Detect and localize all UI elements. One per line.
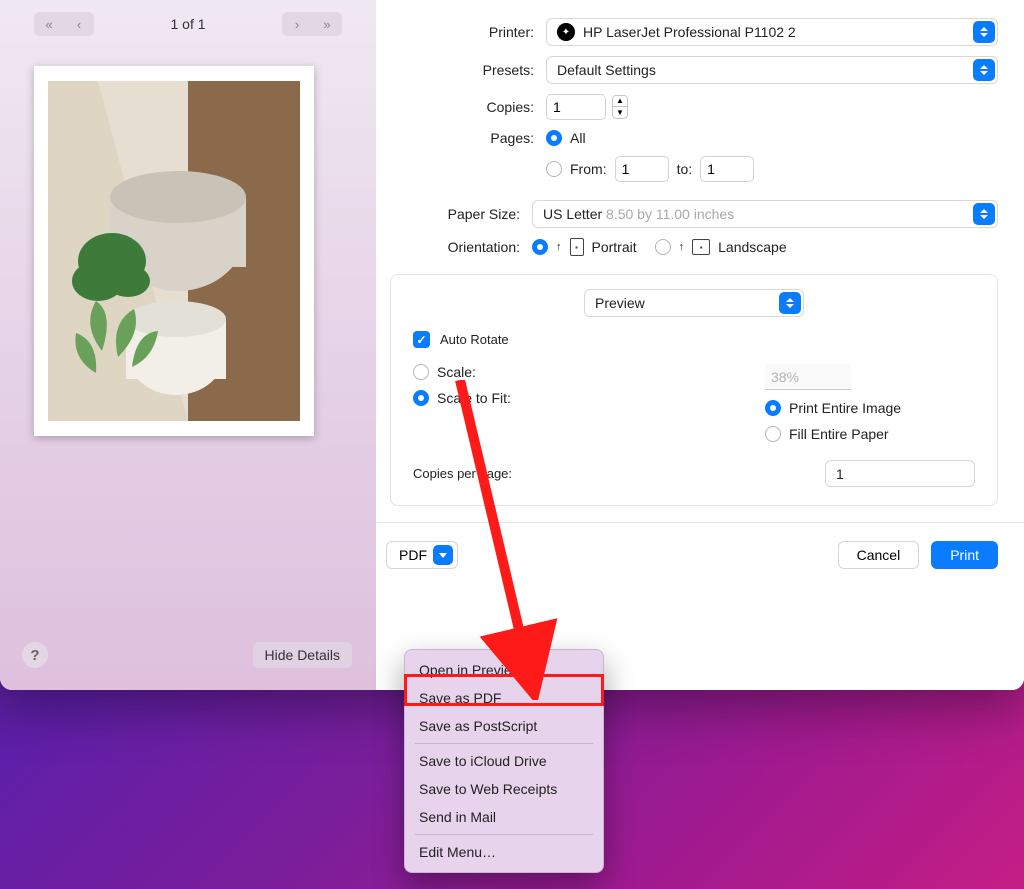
auto-rotate-label: Auto Rotate: [440, 332, 509, 347]
pages-all-radio[interactable]: All: [546, 130, 754, 146]
menu-save-as-pdf[interactable]: Save as PDF: [405, 684, 603, 712]
menu-separator: [415, 834, 593, 835]
preview-pane: « ‹ 1 of 1 › »: [0, 0, 376, 690]
radio-unselected-icon: [413, 364, 429, 380]
printer-value: HP LaserJet Professional P1102 2: [583, 24, 796, 40]
radio-unselected-icon: [546, 161, 562, 177]
scale-radio[interactable]: Scale:: [413, 364, 511, 380]
thumbnail-image: [48, 81, 300, 421]
chevron-updown-icon: [973, 21, 995, 43]
radio-unselected-icon: [655, 239, 671, 255]
orientation-portrait-radio[interactable]: ↑ ▪ Portrait: [532, 238, 637, 256]
orientation-landscape-radio[interactable]: ↑ ▪ Landscape: [655, 239, 787, 255]
printer-status-icon: ✦: [557, 23, 575, 41]
stepper-down-button[interactable]: ▼: [612, 107, 628, 119]
page-nav-back-group: « ‹: [34, 12, 94, 36]
menu-save-to-icloud-drive[interactable]: Save to iCloud Drive: [405, 747, 603, 775]
paper-size-hint: 8.50 by 11.00 inches: [606, 206, 734, 222]
menu-save-as-postscript[interactable]: Save as PostScript: [405, 712, 603, 740]
stepper-up-button[interactable]: ▲: [612, 95, 628, 107]
copies-per-page-label: Copies per page:: [413, 466, 512, 481]
portrait-icon: ▪: [570, 238, 584, 256]
help-button[interactable]: ?: [22, 642, 48, 668]
copies-label: Copies:: [386, 99, 546, 115]
page-thumbnail: [34, 66, 314, 436]
radio-selected-icon: [532, 239, 548, 255]
copies-input[interactable]: [546, 94, 606, 120]
pages-all-label: All: [570, 130, 586, 146]
pdf-menu: Open in Preview Save as PDF Save as Post…: [404, 649, 604, 873]
checkbox-checked-icon: ✓: [413, 331, 430, 348]
paper-size-label: Paper Size:: [386, 206, 532, 222]
print-entire-image-radio[interactable]: Print Entire Image: [765, 400, 975, 416]
page-indicator: 1 of 1: [170, 16, 205, 32]
copies-per-page-value: 1: [836, 466, 844, 482]
fill-entire-paper-radio[interactable]: Fill Entire Paper: [765, 426, 975, 442]
scale-to-fit-label: Scale to Fit:: [437, 390, 511, 406]
scale-input[interactable]: [765, 364, 851, 390]
hide-details-button[interactable]: Hide Details: [253, 642, 352, 668]
copies-per-page-select[interactable]: 1: [825, 460, 975, 487]
divider: [376, 522, 1024, 523]
menu-open-in-preview[interactable]: Open in Preview: [405, 656, 603, 684]
chevron-down-icon: [433, 545, 453, 565]
radio-selected-icon: [546, 130, 562, 146]
print-button[interactable]: Print: [931, 541, 998, 569]
orientation-landscape-label: Landscape: [718, 239, 787, 255]
pages-from-input[interactable]: [615, 156, 669, 182]
pages-to-label: to:: [677, 161, 693, 177]
pages-range-radio[interactable]: From: to:: [546, 156, 754, 182]
next-page-button[interactable]: ›: [282, 12, 312, 36]
pdf-dropdown-button[interactable]: PDF: [386, 541, 458, 569]
pages-from-label: From:: [570, 161, 607, 177]
print-dialog: « ‹ 1 of 1 › »: [0, 0, 1024, 690]
section-value: Preview: [595, 295, 645, 311]
paper-size-value: US Letter: [543, 206, 602, 222]
paper-size-select[interactable]: US Letter 8.50 by 11.00 inches: [532, 200, 998, 228]
orientation-portrait-label: Portrait: [592, 239, 637, 255]
print-settings-pane: Printer: ✦ HP LaserJet Professional P110…: [376, 0, 1024, 690]
auto-rotate-checkbox[interactable]: ✓ Auto Rotate: [413, 331, 975, 348]
fill-entire-paper-label: Fill Entire Paper: [789, 426, 889, 442]
presets-select[interactable]: Default Settings: [546, 56, 998, 84]
orientation-label: Orientation:: [386, 239, 532, 255]
section-select[interactable]: Preview: [584, 289, 804, 317]
print-entire-image-label: Print Entire Image: [789, 400, 901, 416]
prev-page-button[interactable]: ‹: [64, 12, 94, 36]
page-nav-forward-group: › »: [282, 12, 342, 36]
radio-selected-icon: [765, 400, 781, 416]
radio-unselected-icon: [765, 426, 781, 442]
copies-stepper[interactable]: ▲ ▼: [612, 95, 628, 119]
menu-save-to-web-receipts[interactable]: Save to Web Receipts: [405, 775, 603, 803]
last-page-button[interactable]: »: [312, 12, 342, 36]
printer-label: Printer:: [386, 24, 546, 40]
chevron-updown-icon: [844, 466, 860, 482]
menu-separator: [415, 743, 593, 744]
chevron-updown-icon: [973, 203, 995, 225]
scale-to-fit-radio[interactable]: Scale to Fit:: [413, 390, 511, 406]
printer-select[interactable]: ✦ HP LaserJet Professional P1102 2: [546, 18, 998, 46]
pdf-button-label: PDF: [399, 547, 427, 563]
first-page-button[interactable]: «: [34, 12, 64, 36]
presets-label: Presets:: [386, 62, 546, 78]
presets-value: Default Settings: [557, 62, 656, 78]
radio-selected-icon: [413, 390, 429, 406]
menu-edit-menu[interactable]: Edit Menu…: [405, 838, 603, 866]
chevron-updown-icon: [779, 292, 801, 314]
scale-label: Scale:: [437, 364, 476, 380]
preview-options-box: Preview ✓ Auto Rotate Scale: Scale to Fi…: [390, 274, 998, 506]
landscape-icon: ▪: [692, 239, 710, 255]
cancel-button[interactable]: Cancel: [838, 541, 920, 569]
chevron-updown-icon: [973, 59, 995, 81]
pages-label: Pages:: [386, 130, 546, 146]
menu-send-in-mail[interactable]: Send in Mail: [405, 803, 603, 831]
pages-to-input[interactable]: [700, 156, 754, 182]
